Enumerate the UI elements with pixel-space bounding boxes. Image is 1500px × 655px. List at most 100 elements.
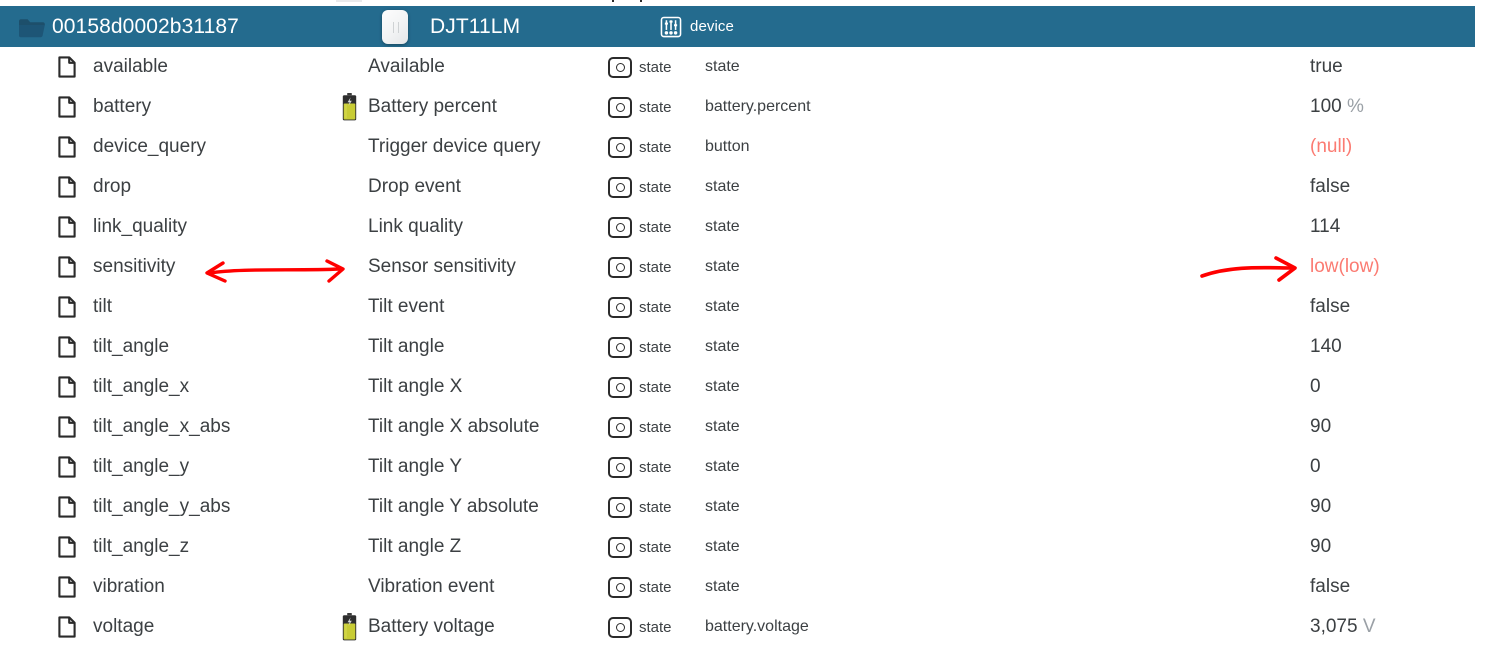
attribute-value-cell[interactable]: false — [1310, 567, 1500, 607]
attribute-description-cell[interactable]: Tilt angle — [330, 327, 605, 367]
attribute-kind-cell[interactable]: state — [608, 247, 703, 287]
attribute-kind-cell[interactable]: state — [608, 327, 703, 367]
attribute-kind-cell[interactable]: state — [608, 127, 703, 167]
table-row[interactable]: tilt_angle_z Tilt angle Z state state 90 — [0, 527, 1500, 567]
attribute-path-cell[interactable]: button — [705, 127, 1295, 167]
attribute-path-cell[interactable]: state — [705, 207, 1295, 247]
attribute-kind-cell[interactable]: state — [608, 87, 703, 127]
attribute-path-cell[interactable]: state — [705, 527, 1295, 567]
attribute-value-cell[interactable]: (null) — [1310, 127, 1500, 167]
attribute-name-cell[interactable]: tilt_angle_y — [0, 447, 330, 487]
attribute-description-cell[interactable]: Tilt angle X absolute — [330, 407, 605, 447]
attribute-path-cell[interactable]: state — [705, 447, 1295, 487]
table-row[interactable]: sensitivity Sensor sensitivity state state l… — [0, 247, 1500, 287]
attribute-kind-cell[interactable]: state — [608, 567, 703, 607]
attribute-kind-cell[interactable]: state — [608, 167, 703, 207]
attribute-name-cell[interactable]: tilt — [0, 287, 330, 327]
attribute-description-cell[interactable]: Available — [330, 47, 605, 87]
attribute-value-cell[interactable]: low(low) — [1310, 247, 1500, 287]
attribute-name: tilt_angle_x — [93, 376, 190, 397]
table-row[interactable]: drop Drop event state state false — [0, 167, 1500, 207]
attribute-name-cell[interactable]: drop — [0, 167, 330, 207]
table-row[interactable]: tilt_angle_y_abs Tilt angle Y absolute sta… — [0, 487, 1500, 527]
table-row[interactable]: vibration Vibration event state state false — [0, 567, 1500, 607]
table-row[interactable]: voltage Battery voltage state battery.volta… — [0, 607, 1500, 647]
attribute-path-cell[interactable]: battery.percent — [705, 87, 1295, 127]
attribute-path-cell[interactable]: state — [705, 407, 1295, 447]
table-row[interactable]: battery Battery percent state battery.perce… — [0, 87, 1500, 127]
selected-device-header[interactable]: 00158d0002b31187 DJT11LM device — [0, 6, 1475, 47]
attribute-name-cell[interactable]: tilt_angle_y_abs — [0, 487, 330, 527]
attribute-kind-cell[interactable]: state — [608, 207, 703, 247]
attribute-kind-cell[interactable]: state — [608, 287, 703, 327]
attribute-value: true — [1310, 56, 1343, 78]
attribute-name-cell[interactable]: tilt_angle_x_abs — [0, 407, 330, 447]
attribute-description-cell[interactable]: Tilt angle Z — [330, 527, 605, 567]
attribute-description-cell[interactable]: Link quality — [330, 207, 605, 247]
attribute-value-cell[interactable]: 0 — [1310, 367, 1500, 407]
attribute-value: 100 % — [1310, 96, 1364, 118]
attribute-value-cell[interactable]: true — [1310, 47, 1500, 87]
attribute-path-cell[interactable]: state — [705, 327, 1295, 367]
attribute-description-cell[interactable]: Tilt angle X — [330, 367, 605, 407]
table-row[interactable]: tilt_angle_y Tilt angle Y state state 0 — [0, 447, 1500, 487]
attribute-value: 90 — [1310, 416, 1331, 438]
attribute-kind-cell[interactable]: state — [608, 607, 703, 647]
attribute-value-cell[interactable]: false — [1310, 167, 1500, 207]
table-row[interactable]: tilt Tilt event state state false — [0, 287, 1500, 327]
attribute-description-cell[interactable]: Tilt event — [330, 287, 605, 327]
attribute-kind-cell[interactable]: state — [608, 367, 703, 407]
attribute-path-cell[interactable]: state — [705, 487, 1295, 527]
attribute-description-cell[interactable]: Vibration event — [330, 567, 605, 607]
attribute-name-cell[interactable]: device_query — [0, 127, 330, 167]
table-row[interactable]: available Available state state true — [0, 47, 1500, 87]
description-icon-slot — [330, 407, 368, 447]
attribute-name-cell[interactable]: battery — [0, 87, 330, 127]
attribute-name: vibration — [93, 576, 165, 597]
state-chip-icon — [608, 176, 632, 198]
attribute-value-cell[interactable]: 3,075 V — [1310, 607, 1500, 647]
attribute-path-cell[interactable]: state — [705, 47, 1295, 87]
attribute-kind-cell[interactable]: state — [608, 527, 703, 567]
attribute-kind-cell[interactable]: state — [608, 407, 703, 447]
attribute-name-cell[interactable]: tilt_angle — [0, 327, 330, 367]
attribute-description-cell[interactable]: Trigger device query — [330, 127, 605, 167]
attribute-kind-cell[interactable]: state — [608, 487, 703, 527]
attribute-name-cell[interactable]: tilt_angle_x — [0, 367, 330, 407]
attribute-description-cell[interactable]: Tilt angle Y absolute — [330, 487, 605, 527]
attribute-name-cell[interactable]: available — [0, 47, 330, 87]
attribute-value-cell[interactable]: 0 — [1310, 447, 1500, 487]
table-row[interactable]: tilt_angle_x Tilt angle X state state 0 — [0, 367, 1500, 407]
attribute-value-cell[interactable]: 114 — [1310, 207, 1500, 247]
attribute-path-cell[interactable]: state — [705, 247, 1295, 287]
attribute-description-cell[interactable]: Battery voltage — [330, 607, 605, 647]
attribute-kind-cell[interactable]: state — [608, 447, 703, 487]
table-row[interactable]: device_query Trigger device query state but… — [0, 127, 1500, 167]
attribute-description: Tilt angle X — [368, 376, 463, 397]
attribute-value-cell[interactable]: 140 — [1310, 327, 1500, 367]
table-row[interactable]: link_quality Link quality state state 114 — [0, 207, 1500, 247]
table-row[interactable]: tilt_angle Tilt angle state state 140 — [0, 327, 1500, 367]
attribute-name-cell[interactable]: link_quality — [0, 207, 330, 247]
attribute-name-cell[interactable]: vibration — [0, 567, 330, 607]
attribute-kind-cell[interactable]: state — [608, 47, 703, 87]
attribute-name-cell[interactable]: tilt_angle_z — [0, 527, 330, 567]
attribute-name-cell[interactable]: sensitivity — [0, 247, 330, 287]
attribute-value-cell[interactable]: 90 — [1310, 487, 1500, 527]
attribute-description-cell[interactable]: Tilt angle Y — [330, 447, 605, 487]
attribute-value-cell[interactable]: 100 % — [1310, 87, 1500, 127]
attribute-value-cell[interactable]: 90 — [1310, 407, 1500, 447]
attribute-description-cell[interactable]: Sensor sensitivity — [330, 247, 605, 287]
attribute-path-cell[interactable]: state — [705, 567, 1295, 607]
attribute-value-cell[interactable]: 90 — [1310, 527, 1500, 567]
attribute-path-cell[interactable]: state — [705, 287, 1295, 327]
attribute-description-cell[interactable]: Drop event — [330, 167, 605, 207]
table-row[interactable]: tilt_angle_x_abs Tilt angle X absolute sta… — [0, 407, 1500, 447]
attribute-path-cell[interactable]: state — [705, 167, 1295, 207]
attribute-name-cell[interactable]: voltage — [0, 607, 330, 647]
attribute-path-cell[interactable]: state — [705, 367, 1295, 407]
attribute-description-cell[interactable]: Battery percent — [330, 87, 605, 127]
attribute-path-cell[interactable]: battery.voltage — [705, 607, 1295, 647]
attribute-value-text: false — [1310, 176, 1351, 197]
attribute-value-cell[interactable]: false — [1310, 287, 1500, 327]
